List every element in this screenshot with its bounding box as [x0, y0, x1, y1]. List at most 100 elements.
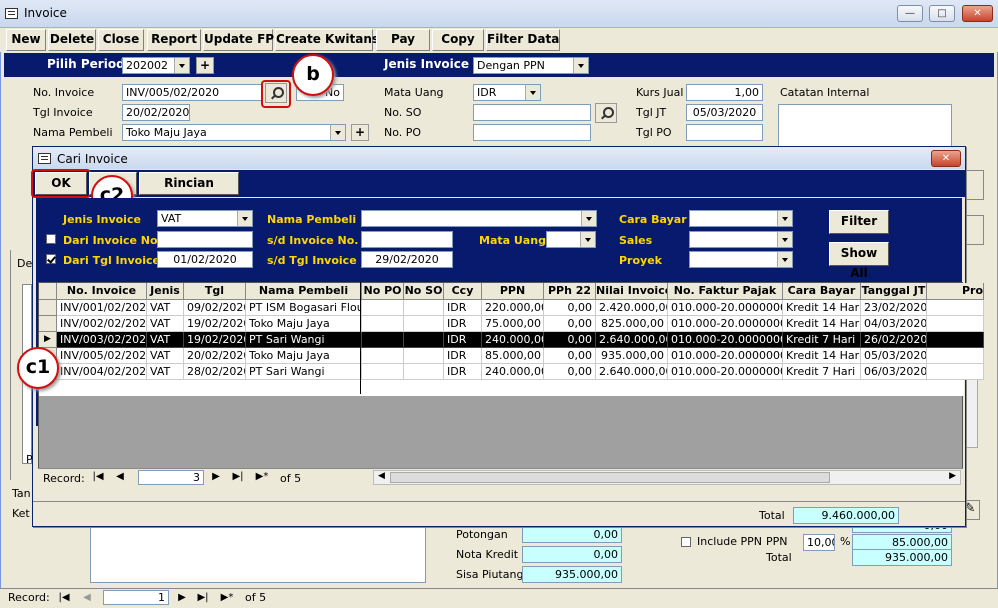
last-record-icon[interactable]: ▶|: [194, 591, 212, 605]
next-record-icon[interactable]: ▶: [173, 591, 191, 605]
keterangan-field[interactable]: [90, 527, 426, 583]
scroll-left-icon[interactable]: ◀: [378, 471, 385, 481]
dialog-close-button[interactable]: ✕: [931, 150, 961, 167]
column-header[interactable]: Cara Bayar: [783, 283, 861, 300]
table-cell: 19/02/2020: [184, 332, 246, 348]
close-window-button[interactable]: ✕: [962, 5, 993, 22]
table-row[interactable]: INV/004/02/2020 VAT 28/02/2020 PT Sari Wang…: [39, 364, 984, 380]
row-selector[interactable]: [39, 316, 57, 332]
catatan-internal-field[interactable]: [778, 104, 952, 148]
side-button[interactable]: [964, 170, 984, 200]
row-selector[interactable]: [39, 300, 57, 316]
maximize-button[interactable]: □: [929, 5, 955, 22]
dialog-record-current[interactable]: 3: [138, 470, 204, 485]
table-cell: VAT: [147, 348, 184, 364]
sales-filter-select[interactable]: [689, 231, 793, 248]
sd-invoice-field[interactable]: [361, 231, 453, 248]
column-header[interactable]: No. Faktur Pajak: [668, 283, 783, 300]
filter-button[interactable]: Filter: [829, 210, 889, 234]
column-header[interactable]: Nama Pembeli: [246, 283, 362, 300]
copy-button[interactable]: Copy: [432, 29, 484, 51]
dari-tgl-checkbox[interactable]: [46, 254, 56, 264]
nama-pembeli-filter-select[interactable]: [361, 210, 597, 227]
nama-pembeli-select[interactable]: Toko Maju Jaya: [122, 124, 346, 141]
column-header[interactable]: PPN: [482, 283, 544, 300]
update-fp-button[interactable]: Update FP: [203, 29, 274, 51]
main-record-label: Record:: [8, 591, 50, 604]
nama-pembeli-add-button[interactable]: +: [351, 124, 369, 141]
column-header[interactable]: Tanggal JT: [861, 283, 927, 300]
new-record-icon[interactable]: ▶*: [251, 470, 273, 484]
ppn-rate-field[interactable]: 10,00: [803, 534, 835, 551]
mata-uang-filter-select[interactable]: [546, 231, 596, 248]
column-header[interactable]: PPh 22: [544, 283, 596, 300]
table-row[interactable]: INV/005/02/2020 VAT 20/02/2020 Toko Maju Ja…: [39, 348, 984, 364]
filter-data-button[interactable]: Filter Data: [486, 29, 560, 51]
rincian-invoice-button[interactable]: Rincian Invoice: [139, 172, 239, 211]
column-header[interactable]: Pro: [927, 283, 984, 300]
tgl-jt-label: Tgl JT: [636, 106, 667, 119]
dari-invoice-field[interactable]: [157, 231, 253, 248]
periode-select[interactable]: 202002: [122, 57, 190, 74]
mata-uang-select[interactable]: IDR: [473, 84, 541, 101]
no-po-field[interactable]: [473, 124, 591, 141]
scroll-right-icon[interactable]: ▶: [949, 471, 956, 481]
grid-horizontal-scrollbar[interactable]: ◀ ▶: [373, 470, 961, 485]
potongan-field[interactable]: 0,00: [522, 526, 622, 543]
column-header[interactable]: Tgl: [184, 283, 246, 300]
column-header[interactable]: No SO: [404, 283, 444, 300]
include-ppn-checkbox[interactable]: [681, 537, 691, 547]
periode-add-button[interactable]: +: [196, 57, 214, 74]
show-all-button[interactable]: Show All: [829, 242, 889, 280]
sd-tgl-field[interactable]: 29/02/2020: [361, 251, 453, 268]
column-header[interactable]: No. Invoice: [57, 283, 147, 300]
last-record-icon[interactable]: ▶|: [229, 470, 247, 484]
dari-tgl-field[interactable]: 01/02/2020: [157, 251, 253, 268]
no-so-field[interactable]: [473, 104, 591, 121]
side-button[interactable]: [964, 215, 984, 245]
tgl-invoice-field[interactable]: 20/02/2020: [122, 104, 190, 121]
table-cell: VAT: [147, 364, 184, 380]
cara-bayar-filter-select[interactable]: [689, 210, 793, 227]
first-record-icon[interactable]: |◀: [55, 591, 73, 605]
table-row[interactable]: ▶ INV/003/02/2020 VAT 19/02/2020 PT Sari Wan…: [39, 332, 984, 348]
nota-kredit-field[interactable]: 0,00: [522, 546, 622, 563]
column-header[interactable]: Ccy: [444, 283, 482, 300]
close-button[interactable]: Close: [98, 29, 144, 51]
total-label: Total: [766, 551, 792, 564]
table-cell: INV/003/02/2020: [57, 332, 147, 348]
prev-record-icon[interactable]: ◀: [78, 591, 96, 605]
jenis-invoice-filter-select[interactable]: VAT: [157, 210, 253, 227]
next-record-icon[interactable]: ▶: [207, 470, 225, 484]
tgl-jt-field[interactable]: 05/03/2020: [686, 104, 763, 121]
minimize-button[interactable]: —: [897, 5, 923, 22]
search-icon[interactable]: [595, 103, 617, 123]
column-header[interactable]: Nilai Invoice: [596, 283, 668, 300]
pay-button[interactable]: Pay: [376, 29, 430, 51]
detail-tab-label: De: [17, 257, 33, 270]
scrollbar-thumb[interactable]: [390, 472, 830, 483]
jenis-invoice-select[interactable]: Dengan PPN: [473, 57, 589, 74]
table-row[interactable]: INV/001/02/2020 VAT 09/02/2020 PT ISM Bogas…: [39, 300, 984, 316]
main-record-current[interactable]: 1: [103, 590, 169, 605]
table-cell: 19/02/2020: [184, 316, 246, 332]
kurs-jual-field[interactable]: 1,00: [686, 84, 763, 101]
proyek-filter-select[interactable]: [689, 251, 793, 268]
report-button[interactable]: Report: [147, 29, 201, 51]
column-header[interactable]: No PO: [362, 283, 404, 300]
delete-button[interactable]: Delete: [48, 29, 96, 51]
tgl-po-field[interactable]: [686, 124, 763, 141]
prev-record-icon[interactable]: ◀: [111, 470, 129, 484]
chevron-down-icon: [237, 211, 252, 226]
create-kwitansi-button[interactable]: Create Kwitansi: [275, 29, 383, 51]
new-record-icon[interactable]: ▶*: [216, 591, 238, 605]
row-selector[interactable]: ▶: [39, 332, 57, 348]
new-row[interactable]: [39, 380, 964, 396]
new-button[interactable]: New: [6, 29, 46, 51]
column-header[interactable]: Jenis: [147, 283, 184, 300]
no-invoice-field[interactable]: INV/005/02/2020: [122, 84, 262, 101]
table-row[interactable]: INV/002/02/2020 VAT 19/02/2020 Toko Maju Ja…: [39, 316, 984, 332]
first-record-icon[interactable]: |◀: [89, 470, 107, 484]
dari-invoice-checkbox[interactable]: [46, 234, 56, 244]
table-cell: [927, 348, 984, 364]
